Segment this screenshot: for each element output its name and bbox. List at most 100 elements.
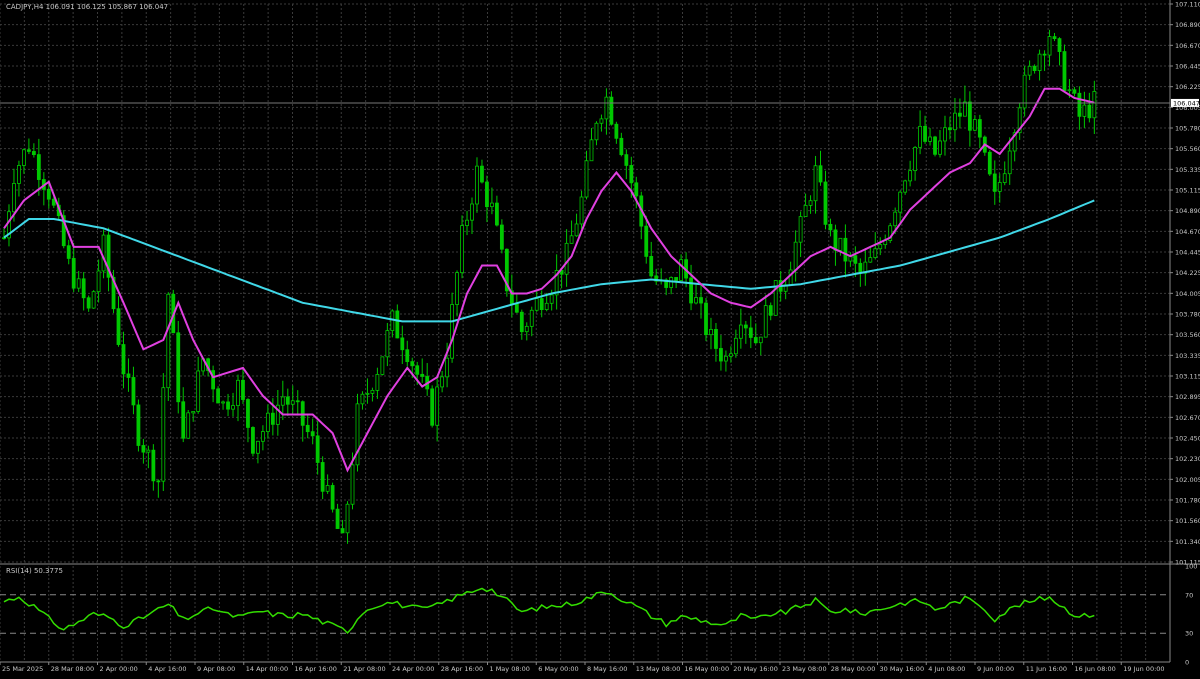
candle-body (101, 234, 106, 272)
price-tick-label: 105.115 (1175, 187, 1200, 195)
time-tick-label: 1 May 08:00 (490, 665, 530, 673)
candle-body (928, 136, 932, 142)
candle-body (514, 303, 519, 313)
candle-body (1027, 65, 1032, 76)
candle-body (450, 304, 454, 359)
candle-body (743, 324, 748, 329)
time-tick-label: 28 Mar 08:00 (51, 665, 94, 673)
candle-body (798, 216, 803, 243)
candle-body (818, 165, 823, 183)
candle-body (36, 154, 41, 180)
candle-body (480, 165, 484, 183)
candle-body (295, 400, 300, 403)
candle-body (977, 119, 982, 138)
candle-body (340, 528, 345, 534)
candle-body (539, 298, 544, 311)
chart-canvas[interactable]: 107.110 106.890 106.670 106.445 106.225 106.0… (0, 0, 1200, 675)
price-tick-label: 101.340 (1175, 538, 1200, 546)
candle-body (151, 449, 156, 482)
candle-body (485, 181, 489, 208)
candle-body (126, 373, 131, 378)
candle-body (345, 503, 350, 534)
candle-body (674, 277, 679, 281)
price-tick-label: 107.110 (1175, 1, 1200, 9)
candle-body (724, 355, 728, 362)
symbol-info: CADJPY,H4 106.091 106.125 105.867 106.04… (6, 3, 168, 11)
candle-body (953, 112, 957, 131)
candle-body (1002, 173, 1007, 183)
time-tick-label: 16 May 00:00 (685, 665, 730, 673)
candle-body (494, 202, 499, 226)
candle-body (465, 219, 469, 226)
candle-body (704, 302, 708, 336)
rsi-tick-label: 0 (1185, 659, 1189, 667)
candle-body (420, 373, 425, 377)
chart-window[interactable]: 107.110 106.890 106.670 106.445 106.225 106.0… (0, 0, 1200, 675)
candle-body (22, 149, 26, 166)
time-tick-label: 24 Apr 00:00 (392, 665, 434, 673)
candle-body (768, 305, 773, 316)
time-tick-label: 9 Apr 08:00 (197, 665, 235, 673)
candle-body (86, 297, 91, 309)
time-tick-label: 28 May 00:00 (831, 665, 876, 673)
candle-body (410, 361, 415, 367)
candle-body (251, 427, 255, 454)
candle-body (390, 310, 395, 332)
candle-body (1047, 36, 1052, 56)
candle-body (644, 225, 649, 257)
candle-body (146, 449, 151, 453)
candle-body (1032, 65, 1037, 71)
candle-body (938, 140, 942, 155)
price-tick-label: 106.445 (1175, 63, 1200, 71)
candle-body (728, 353, 733, 357)
candle-body (948, 127, 952, 131)
time-tick-label: 30 May 16:00 (880, 665, 925, 673)
price-tick-label: 101.560 (1175, 517, 1200, 525)
candle-body (1042, 53, 1047, 56)
candle-body (803, 204, 808, 218)
candle-body (634, 182, 639, 197)
candle-body (987, 151, 992, 175)
candle-body (574, 223, 579, 237)
candle-body (490, 202, 494, 208)
candle-body (320, 462, 325, 492)
candle-body (445, 357, 450, 378)
candle-body (181, 401, 186, 439)
candle-body (619, 137, 624, 156)
candle-body (524, 325, 529, 333)
candle-body (191, 411, 196, 414)
candle-body (290, 400, 295, 405)
candle-body (763, 305, 768, 338)
candle-body (689, 277, 693, 304)
candle-body (350, 464, 355, 505)
candle-body (136, 404, 141, 446)
candle-body (719, 348, 723, 362)
price-tick-label: 103.560 (1175, 331, 1200, 339)
candle-body (310, 431, 315, 437)
candle-body (395, 310, 400, 339)
candle-body (679, 259, 684, 281)
time-tick-label: 6 May 00:00 (538, 665, 578, 673)
candle-body (17, 165, 21, 184)
candle-body (738, 324, 743, 339)
candle-body (828, 223, 833, 231)
candle-body (908, 170, 913, 182)
candle-body (315, 435, 320, 463)
price-tick-label: 101.780 (1175, 497, 1200, 505)
time-tick-label: 19 Jun 00:00 (1123, 665, 1164, 673)
candle-body (808, 200, 813, 206)
candle-body (26, 149, 31, 152)
candle-body (66, 245, 71, 259)
candle-body (579, 196, 584, 225)
time-tick-label: 4 Jun 08:00 (928, 665, 965, 673)
candle-body (913, 146, 918, 172)
candle-body (285, 396, 290, 405)
price-tick-label: 105.335 (1175, 166, 1200, 174)
candle-body (878, 244, 883, 250)
candle-body (12, 183, 16, 213)
candle-body (903, 180, 908, 193)
candle-body (415, 365, 420, 375)
candle-body (589, 139, 594, 162)
candle-body (116, 308, 121, 345)
candle-body (131, 377, 136, 406)
